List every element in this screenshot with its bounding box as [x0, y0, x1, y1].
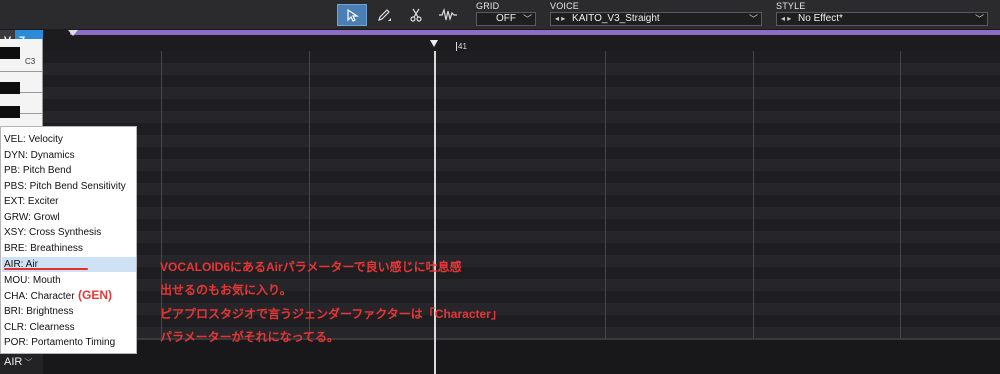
piano-roll-row: [43, 51, 1000, 63]
parameter-option[interactable]: GRW: Growl: [2, 210, 136, 225]
bar-tick: [456, 42, 457, 51]
annotation-line: ピアプロスタジオで言うジェンダーファクターは「Character」: [160, 307, 503, 321]
parameter-option[interactable]: CLR: Clearness: [2, 320, 136, 335]
grid-label: GRID: [476, 1, 500, 11]
style-nav-arrows[interactable]: ◂ ▸: [781, 14, 791, 23]
piano-roll-row: [43, 195, 1000, 207]
bar-number: 41: [458, 42, 467, 51]
piano-roll-row: [43, 123, 1000, 135]
parameter-option[interactable]: BRI: Brightness: [2, 304, 136, 319]
gen-annotation: (GEN): [78, 288, 112, 302]
air-underline-mark: [4, 268, 88, 270]
chevron-down-icon: ﹀: [24, 358, 33, 367]
annotation-line: VOCALOID6にあるAirパラメーターで良い感じに吐息感: [160, 260, 462, 274]
annotation-line: パラメーターがそれになってる。: [160, 330, 340, 344]
top-toolbar: GRID OFF ﹀ VOICE ◂ ▸ KAITO_V3_Straight ﹀…: [0, 0, 1000, 29]
parameter-option[interactable]: MOU: Mouth: [2, 273, 136, 288]
control-parameter-value: AIR: [4, 356, 23, 368]
bar-line: [900, 51, 901, 338]
chevron-down-icon: ﹀: [748, 14, 758, 24]
piano-roll-row: [43, 147, 1000, 159]
ruler-start-marker[interactable]: [68, 30, 78, 36]
voice-nav-arrows[interactable]: ◂ ▸: [555, 14, 565, 23]
black-key[interactable]: [0, 47, 20, 59]
piano-roll-row: [43, 243, 1000, 255]
bar-line: [605, 51, 606, 338]
pencil-tool-icon[interactable]: [369, 4, 399, 26]
parameter-option[interactable]: BRE: Breathiness: [2, 241, 136, 256]
playhead-marker[interactable]: [430, 40, 438, 47]
piano-roll-row: [43, 219, 1000, 231]
parameter-dropdown-list: VEL: Velocity DYN: Dynamics PB: Pitch Be…: [0, 126, 137, 354]
bar-line: [309, 51, 310, 338]
parameter-option[interactable]: PBS: Pitch Bend Sensitivity: [2, 179, 136, 194]
voice-value: KAITO_V3_Straight: [572, 13, 660, 24]
annotation-line: 出せるのもお気に入り。: [160, 283, 292, 297]
parameter-option[interactable]: DYN: Dynamics: [2, 148, 136, 163]
waveform-tool-icon[interactable]: [433, 4, 463, 26]
black-key[interactable]: [0, 82, 20, 94]
voice-select[interactable]: ◂ ▸ KAITO_V3_Straight ﹀: [550, 12, 762, 26]
control-parameter-select[interactable]: AIR ﹀: [4, 356, 32, 368]
grid-select[interactable]: OFF ﹀: [476, 12, 536, 26]
parameter-option[interactable]: POR: Portamento Timing: [2, 335, 136, 350]
piano-roll-row: [43, 99, 1000, 111]
parameter-option[interactable]: VEL: Velocity: [2, 132, 136, 147]
parameter-option[interactable]: CHA: Character: [2, 289, 136, 304]
style-select[interactable]: ◂ ▸ No Effect* ﹀: [776, 12, 988, 26]
voice-label: VOICE: [550, 1, 580, 11]
style-label: STYLE: [776, 1, 806, 11]
parameter-option[interactable]: PB: Pitch Bend: [2, 163, 136, 178]
chevron-down-icon: ﹀: [974, 14, 984, 24]
ruler-loop-strip[interactable]: [70, 30, 1000, 35]
parameter-option[interactable]: XSY: Cross Synthesis: [2, 225, 136, 240]
piano-roll-row: [43, 75, 1000, 87]
playhead-line[interactable]: [434, 51, 436, 374]
style-value: No Effect*: [798, 13, 843, 24]
chevron-down-icon: ﹀: [522, 14, 532, 24]
grid-value: OFF: [496, 13, 516, 24]
pointer-tool-icon[interactable]: [337, 4, 367, 26]
parameter-option[interactable]: EXT: Exciter: [2, 194, 136, 209]
piano-roll-row: [43, 171, 1000, 183]
c3-key-label: C3: [25, 57, 36, 66]
scissors-tool-icon[interactable]: [401, 4, 431, 26]
black-key[interactable]: [0, 106, 20, 118]
bar-line: [753, 51, 754, 338]
